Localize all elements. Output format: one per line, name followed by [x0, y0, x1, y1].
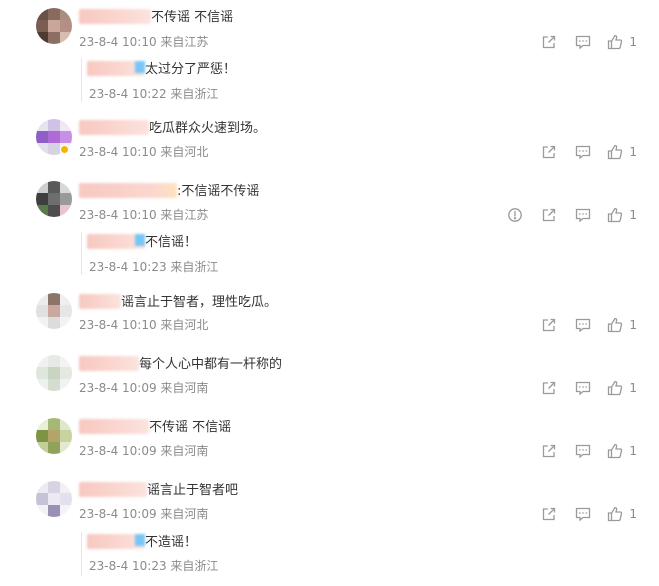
comment-list: 不传谣 不信谣 23-8-4 10:10 来自江苏 1 太过分了严惩！ 23-8… — [0, 0, 659, 586]
avatar[interactable] — [36, 481, 72, 517]
avatar[interactable] — [36, 181, 72, 217]
avatar[interactable] — [36, 355, 72, 391]
verified-badge-icon — [60, 145, 69, 154]
share-arrow-icon[interactable] — [540, 379, 558, 397]
share-arrow-icon[interactable] — [540, 206, 558, 224]
comment-bubble-icon[interactable] — [574, 33, 592, 51]
comment-text: 谣言止于智者吧 — [147, 483, 239, 498]
like-count: 1 — [629, 507, 637, 521]
comment-actions: 1 — [490, 206, 637, 224]
like-count: 1 — [629, 145, 637, 159]
comment-actions: 1 — [524, 505, 637, 523]
alert-circle-icon[interactable] — [506, 206, 524, 224]
reply-text: 不造谣！ — [145, 535, 198, 550]
like-count: 1 — [629, 35, 637, 49]
like-button[interactable]: 1 — [606, 33, 637, 51]
reply-username-blurred[interactable] — [87, 234, 145, 249]
like-count: 1 — [629, 444, 637, 458]
comment-text: :不信谣不传谣 — [177, 184, 260, 199]
reply-meta: 23-8-4 10:23 来自浙江 — [89, 260, 219, 274]
reply-body: 不信谣！ — [87, 234, 197, 252]
comment-meta: 23-8-4 10:10 来自江苏 — [79, 208, 209, 222]
share-arrow-icon[interactable] — [540, 316, 558, 334]
reply-body: 太过分了严惩！ — [87, 61, 236, 79]
avatar[interactable] — [36, 8, 72, 44]
comment-meta: 23-8-4 10:10 来自江苏 — [79, 35, 209, 49]
like-button[interactable]: 1 — [606, 379, 637, 397]
comment-actions: 1 — [524, 442, 637, 460]
share-arrow-icon[interactable] — [540, 33, 558, 51]
comment-body: :不信谣不传谣 — [79, 183, 259, 201]
comment-meta: 23-8-4 10:09 来自河南 — [79, 507, 209, 521]
comment-text: 每个人心中都有一杆称的 — [139, 357, 283, 372]
comment-meta: 23-8-4 10:09 来自河南 — [79, 444, 209, 458]
comment-actions: 1 — [524, 316, 637, 334]
username-blurred[interactable] — [79, 294, 121, 309]
reply-text: 不信谣！ — [145, 235, 198, 250]
share-arrow-icon[interactable] — [540, 442, 558, 460]
thumbs-up-icon[interactable] — [606, 33, 624, 51]
comment-text: 吃瓜群众火速到场。 — [149, 121, 267, 136]
username-blurred[interactable] — [79, 482, 147, 497]
comment-meta: 23-8-4 10:09 来自河南 — [79, 381, 209, 395]
username-blurred[interactable] — [79, 9, 151, 24]
comment-text: 不传谣 不信谣 — [151, 10, 234, 25]
comment-body: 不传谣 不信谣 — [79, 9, 233, 27]
comment-bubble-icon[interactable] — [574, 206, 592, 224]
comment-body: 吃瓜群众火速到场。 — [79, 120, 266, 138]
like-button[interactable]: 1 — [606, 143, 637, 161]
reply-thread-line — [81, 532, 82, 576]
comment-body: 谣言止于智者，理性吃瓜。 — [79, 294, 277, 312]
comment-bubble-icon[interactable] — [574, 316, 592, 334]
thumbs-up-icon[interactable] — [606, 143, 624, 161]
thumbs-up-icon[interactable] — [606, 442, 624, 460]
reply-username-blurred[interactable] — [87, 534, 145, 549]
comment-body: 谣言止于智者吧 — [79, 482, 238, 500]
comment-body: 每个人心中都有一杆称的 — [79, 356, 282, 374]
share-arrow-icon[interactable] — [540, 505, 558, 523]
like-count: 1 — [629, 381, 637, 395]
username-blurred[interactable] — [79, 419, 149, 434]
comment-text: 谣言止于智者，理性吃瓜。 — [121, 295, 278, 310]
comment-actions: 1 — [524, 143, 637, 161]
reply-body: 不造谣！ — [87, 534, 197, 552]
comment-bubble-icon[interactable] — [574, 143, 592, 161]
avatar[interactable] — [36, 418, 72, 454]
comment-bubble-icon[interactable] — [574, 442, 592, 460]
comment-meta: 23-8-4 10:10 来自河北 — [79, 145, 209, 159]
like-button[interactable]: 1 — [606, 505, 637, 523]
comment-body: 不传谣 不信谣 — [79, 419, 231, 437]
reply-meta: 23-8-4 10:23 来自浙江 — [89, 559, 219, 573]
reply-text: 太过分了严惩！ — [145, 62, 237, 77]
thumbs-up-icon[interactable] — [606, 505, 624, 523]
comment-actions: 1 — [524, 379, 637, 397]
like-count: 1 — [629, 318, 637, 332]
like-count: 1 — [629, 208, 637, 222]
comment-bubble-icon[interactable] — [574, 379, 592, 397]
username-blurred[interactable] — [79, 120, 149, 135]
avatar[interactable] — [36, 293, 72, 329]
like-button[interactable]: 1 — [606, 206, 637, 224]
like-button[interactable]: 1 — [606, 442, 637, 460]
comment-actions: 1 — [524, 33, 637, 51]
share-arrow-icon[interactable] — [540, 143, 558, 161]
thumbs-up-icon[interactable] — [606, 316, 624, 334]
comment-meta: 23-8-4 10:10 来自河北 — [79, 318, 209, 332]
reply-username-blurred[interactable] — [87, 61, 145, 76]
reply-meta: 23-8-4 10:22 来自浙江 — [89, 87, 219, 101]
thumbs-up-icon[interactable] — [606, 379, 624, 397]
reply-thread-line — [81, 58, 82, 102]
comment-text: 不传谣 不信谣 — [149, 420, 232, 435]
reply-thread-line — [81, 232, 82, 275]
thumbs-up-icon[interactable] — [606, 206, 624, 224]
comment-bubble-icon[interactable] — [574, 505, 592, 523]
like-button[interactable]: 1 — [606, 316, 637, 334]
username-blurred[interactable] — [79, 356, 139, 371]
username-blurred[interactable] — [79, 183, 177, 198]
